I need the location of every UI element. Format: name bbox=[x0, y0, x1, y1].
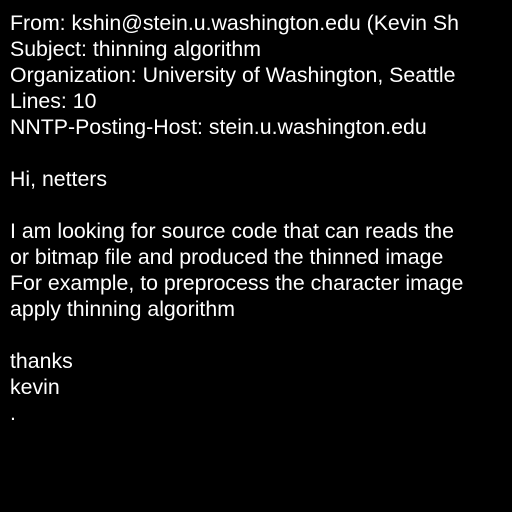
body-line: I am looking for source code that can re… bbox=[10, 219, 454, 243]
subject-header: Subject: thinning algorithm bbox=[10, 37, 261, 61]
email-message: From: kshin@stein.u.washington.edu (Kevi… bbox=[10, 10, 512, 426]
greeting: Hi, netters bbox=[10, 167, 108, 191]
body-line: apply thinning algorithm bbox=[10, 297, 235, 321]
body-line: For example, to preprocess the character… bbox=[10, 271, 464, 295]
from-header: From: kshin@stein.u.washington.edu (Kevi… bbox=[10, 11, 459, 35]
signature: kevin bbox=[10, 375, 60, 399]
lines-header: Lines: 10 bbox=[10, 89, 97, 113]
nntp-posting-host-header: NNTP-Posting-Host: stein.u.washington.ed… bbox=[10, 115, 427, 139]
body-line: or bitmap file and produced the thinned … bbox=[10, 245, 444, 269]
end-mark: . bbox=[10, 401, 16, 425]
organization-header: Organization: University of Washington, … bbox=[10, 63, 456, 87]
signoff: thanks bbox=[10, 349, 73, 373]
